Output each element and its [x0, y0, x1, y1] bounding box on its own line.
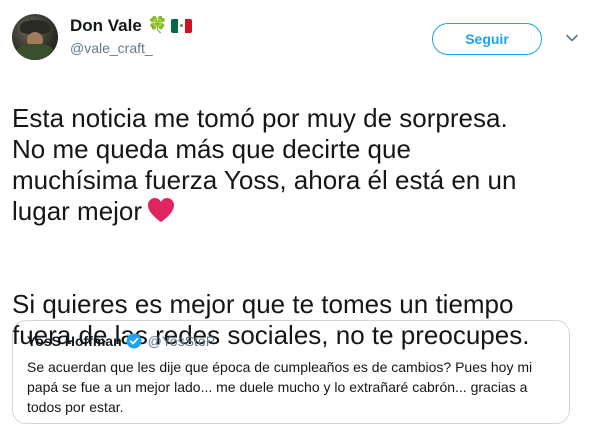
chevron-down-icon[interactable] [564, 30, 580, 46]
red-heart-icon [148, 198, 175, 222]
quoted-author-name: YosS Hoffman [27, 333, 122, 349]
author-info: Don Vale 🍀 @vale_craft_ [70, 16, 192, 56]
verified-badge-icon [126, 333, 142, 349]
author-display-name[interactable]: Don Vale [70, 16, 142, 36]
quoted-tweet-header: YosS Hoffman @YosStoP [27, 333, 555, 349]
quoted-tweet[interactable]: YosS Hoffman @YosStoP Se acuerdan que le… [12, 320, 570, 424]
tweet-paragraph: Esta noticia me tomó por muy de sorpresa… [12, 103, 517, 226]
author-handle[interactable]: @vale_craft_ [70, 40, 192, 56]
author-name-row[interactable]: Don Vale 🍀 [70, 16, 192, 36]
avatar[interactable] [12, 14, 58, 60]
quoted-tweet-text: Se acuerdan que les dije que época de cu… [27, 359, 533, 415]
tweet-header: Don Vale 🍀 @vale_craft_ Seguir [12, 14, 588, 64]
follow-button[interactable]: Seguir [432, 23, 542, 55]
four-leaf-clover-icon: 🍀 [147, 17, 168, 34]
quoted-author-handle: @YosStoP [147, 333, 216, 349]
mexico-flag-icon [170, 19, 192, 33]
